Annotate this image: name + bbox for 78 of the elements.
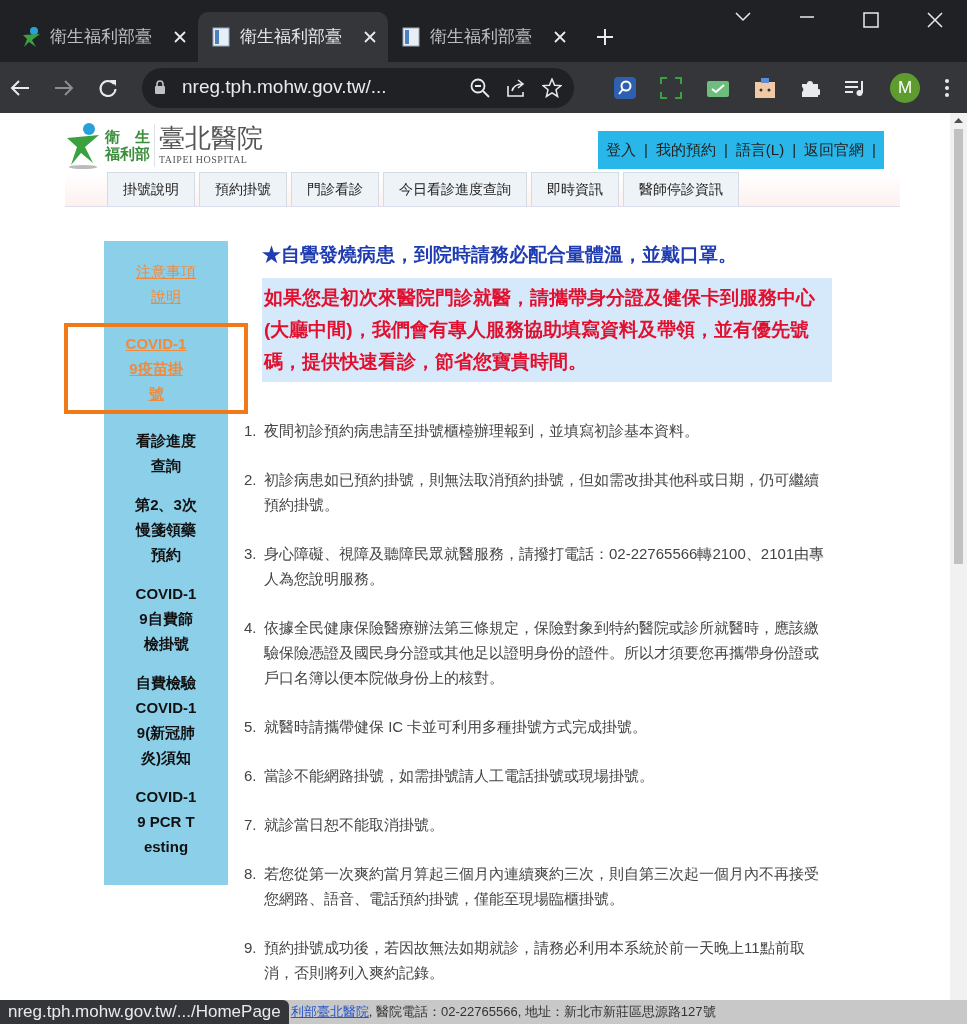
status-url-tooltip: nreg.tph.mohw.gov.tw/.../HomePage: [0, 1000, 289, 1024]
scrollbar[interactable]: [950, 113, 967, 1000]
document-icon: [400, 26, 422, 48]
separator: |: [792, 140, 797, 160]
list-number: 1.: [244, 420, 258, 441]
footer-link[interactable]: 利部臺北醫院: [290, 1002, 369, 1022]
browser-tab[interactable]: 衛生福利部臺: [198, 12, 388, 62]
nav-tab[interactable]: 醫師停診資訊: [623, 172, 739, 206]
document-icon: [210, 26, 232, 48]
close-icon[interactable]: [554, 31, 566, 43]
sidebar-link[interactable]: 第2、3次慢箋領藥預約: [134, 492, 198, 567]
forward-icon: [54, 78, 74, 97]
back-icon[interactable]: [10, 78, 30, 97]
tab-title: 衛生福利部臺: [430, 26, 533, 49]
dashed-frame-icon[interactable]: [660, 76, 682, 99]
sidebar-link[interactable]: COVID-19自費篩檢掛號: [134, 581, 198, 656]
rule-text: 就診當日恕不能取消掛號。: [264, 814, 444, 835]
nav-tab[interactable]: 預約掛號: [199, 172, 287, 206]
tab-title: 衛生福利部臺: [50, 26, 153, 49]
box-face-icon[interactable]: [754, 76, 776, 99]
star-icon[interactable]: [542, 77, 562, 98]
list-number: 2.: [244, 469, 258, 490]
new-tab-icon[interactable]: [596, 28, 614, 46]
figure-logo-icon: [65, 121, 101, 169]
address-text: nreg.tph.mohw.gov.tw/...: [182, 75, 388, 100]
nav-tab[interactable]: 即時資訊: [531, 172, 619, 206]
rule-text: 初診病患如已預約掛號，則無法取消預約掛號，但如需改掛其他科或日期，仍可繼續預約掛號。: [264, 469, 820, 515]
playlist-icon[interactable]: [844, 78, 866, 97]
notice-box: 如果您是初次來醫院門診就醫，請攜帶身分證及健保卡到服務中心(大廳中間)，我們會有專人服務協助填寫資料及帶領，並有優先號碼，提供快速看診，節省您寶貴時間。: [262, 277, 832, 382]
close-icon[interactable]: [364, 31, 376, 43]
scrollbar-thumb[interactable]: [954, 129, 963, 564]
separator: |: [872, 140, 876, 160]
rule-text: 就醫時請攜帶健保 IC 卡並可利用多種掛號方式完成掛號。: [264, 716, 648, 737]
header-link[interactable]: 返回官網: [804, 139, 865, 161]
rule-text: 預約掛號成功後，若因故無法如期就診，請務必利用本系統於前一天晚上11點前取消，否則將列入爽約記錄。: [264, 937, 806, 983]
list-number: 5.: [244, 716, 258, 737]
footer-text: , 醫院電話：02-22765566, 地址：新北市新莊區思源路127號: [368, 1003, 716, 1022]
rule-text: 身心障礙、視障及聽障民眾就醫服務，請撥打電話：02-22765566轉2100、2101由專人為您說明服務。: [264, 543, 826, 589]
chevron-down-icon[interactable]: [735, 12, 751, 22]
logo-text: 福利部: [105, 145, 150, 162]
lock-icon: [154, 80, 166, 95]
logo-text: 衛 生: [105, 128, 150, 145]
reload-icon[interactable]: [98, 77, 118, 98]
list-number: 6.: [244, 765, 258, 786]
separator: |: [644, 140, 648, 160]
tab-title: 衛生福利部臺: [240, 26, 343, 49]
list-number: 9.: [244, 937, 258, 958]
logo-subtitle: TAIPEI HOSPITAL: [159, 152, 249, 167]
rule-text: 夜間初診預約病患請至掛號櫃檯辦理報到，並填寫初診基本資料。: [264, 420, 699, 441]
browser-tab[interactable]: 衛生福利部臺: [8, 12, 198, 62]
header-link[interactable]: 登入: [606, 139, 637, 161]
separator: |: [723, 140, 728, 160]
zoom-out-icon[interactable]: [470, 77, 490, 98]
more-icon[interactable]: [944, 77, 950, 98]
rule-text: 依據全民健康保險醫療辦法第三條規定，保險對象到特約醫院或診所就醫時，應該繳驗保險憑證及國民身分證或其他足以證明身份的證件。所以才須要您再攜帶身份證或戶口名簿以便本院做身份上的核對。: [264, 617, 820, 688]
close-icon[interactable]: [174, 31, 186, 43]
list-number: 8.: [244, 863, 258, 884]
list-number: 3.: [244, 543, 258, 564]
maximize-icon[interactable]: [863, 12, 879, 28]
rule-text: 若您從第一次爽約當月算起三個月內連續爽約三次，則自第三次起一個月內不再接受您網路、語音、電話預約掛號，僅能至現場臨櫃掛號。: [264, 863, 820, 909]
notice-headline: ★自覺發燒病患，到院時請務必配合量體溫，並戴口罩。: [262, 243, 738, 267]
share-icon[interactable]: [506, 77, 526, 98]
browser-tab[interactable]: 衛生福利部臺: [388, 12, 578, 62]
nav-tab[interactable]: 掛號說明: [107, 172, 195, 206]
nav-tab[interactable]: 今日看診進度查詢: [383, 172, 527, 206]
address-bar[interactable]: nreg.tph.mohw.gov.tw/...: [142, 67, 574, 108]
nav-tab[interactable]: 門診看診: [291, 172, 379, 206]
sidebar-link[interactable]: COVID-19 PCR Testing: [134, 784, 198, 859]
magnifier-icon[interactable]: [614, 76, 636, 99]
rule-text: 當診不能網路掛號，如需掛號請人工電話掛號或現場掛號。: [264, 765, 654, 786]
sidebar-link[interactable]: 看診進度查詢: [134, 428, 198, 478]
list-number: 7.: [244, 814, 258, 835]
close-icon[interactable]: [927, 12, 943, 28]
header-link[interactable]: 語言(L): [735, 139, 785, 161]
header-link[interactable]: 我的預約: [655, 139, 716, 161]
list-number: 4.: [244, 617, 258, 638]
logo-title: 臺北醫院: [159, 123, 263, 152]
sidebar-link[interactable]: 自費檢驗COVID-19(新冠肺炎)須知: [134, 670, 198, 770]
